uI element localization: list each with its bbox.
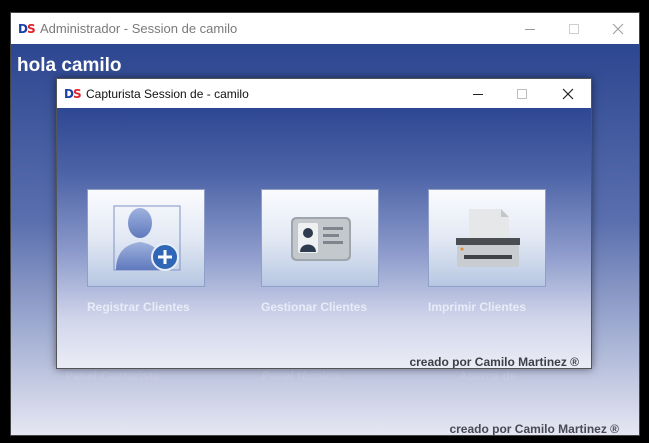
app-logo-icon: DS (64, 86, 82, 101)
admin-window-title: Administrador - Session de camilo (40, 21, 238, 36)
gestionar-clientes-label: Gestionar Clientes (261, 300, 368, 314)
minimize-icon (525, 28, 535, 30)
credit-text: creado por Camilo Martinez ® (449, 422, 619, 436)
maximize-icon (569, 23, 579, 34)
maximize-button[interactable] (499, 79, 545, 108)
minimize-icon (473, 93, 483, 95)
imprimir-clientes-label: Imprimir Clientes (428, 300, 527, 314)
printer-icon (456, 209, 520, 267)
minimize-button[interactable] (455, 79, 501, 108)
greeting-heading: hola camilo (17, 55, 122, 76)
maximize-button[interactable] (551, 13, 597, 44)
registrar-clientes-label: Registrar Clientes (87, 300, 190, 314)
close-icon (612, 23, 624, 34)
admin-titlebar[interactable]: DS Administrador - Session de camilo (11, 13, 639, 44)
close-button[interactable] (545, 79, 591, 108)
close-button[interactable] (595, 13, 639, 44)
gestionar-clientes-button[interactable] (261, 189, 379, 287)
menu-acerca-de[interactable]: Acerca de (459, 369, 516, 383)
credit-text: creado por Camilo Martinez ® (409, 355, 579, 369)
capturista-window-title: Capturista Session de - camilo (86, 86, 249, 101)
close-icon (562, 88, 574, 99)
capturista-window-body: Registrar Clientes Gestionar Clientes Im… (57, 108, 591, 369)
menu-panel-tecnico[interactable]: Panel técnico (262, 369, 339, 383)
minimize-button[interactable] (507, 13, 553, 44)
maximize-icon (517, 88, 527, 99)
app-logo-icon: DS (18, 21, 36, 36)
capturista-window: DS Capturista Session de - camilo Regist… (56, 78, 592, 369)
capturista-titlebar[interactable]: DS Capturista Session de - camilo (57, 79, 591, 108)
menu-panel-capturista[interactable]: Panel Capturista (65, 369, 160, 383)
id-card-icon (291, 217, 351, 261)
imprimir-clientes-button[interactable] (428, 189, 546, 287)
add-user-icon (113, 205, 181, 271)
registrar-clientes-button[interactable] (87, 189, 205, 287)
